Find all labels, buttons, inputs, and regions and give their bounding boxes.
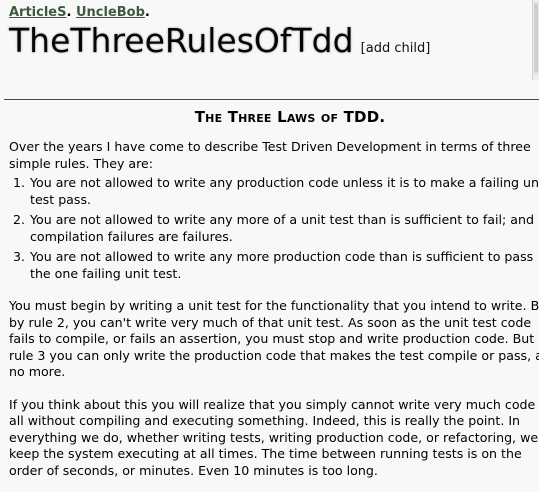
header-divider [4,99,539,100]
text-line: If you think about this you will realize… [9,396,539,412]
text-line: rule 3 you can only write the production… [9,347,539,363]
text-line: the one failing unit test. [30,265,182,281]
intro-paragraph: Over the years I have come to describe T… [9,139,539,172]
rule-number: 3. [13,249,26,264]
breadcrumb-separator: . [144,5,150,20]
rule-number: 2. [13,212,26,227]
article-content: The Three Laws of TDD. Over the years I … [9,107,539,479]
text-line: compilation failures are failures. [30,228,233,244]
scrollbar-thumb[interactable] [534,3,538,73]
article-heading: The Three Laws of TDD. [194,108,386,126]
rules-list: 1. You are not allowed to write any prod… [9,175,539,282]
wiki-page: ArticleS. UncleBob. TheThreeRulesOfTdd [… [0,0,539,492]
page-header: ArticleS. UncleBob. TheThreeRulesOfTdd [… [9,4,529,62]
text-line: by rule 2, you can't write very much of … [9,314,532,330]
text-line: fails to compile, or fails an assertion,… [9,331,539,346]
breadcrumb-link-articles[interactable]: ArticleS [9,5,66,20]
text-line: all without compiling and executing some… [9,413,521,428]
add-child-link[interactable]: [add child] [361,41,431,56]
text-line: You are not allowed to write any more pr… [30,249,534,264]
text-line: You are not allowed to write any more of… [30,212,534,227]
text-line: You must begin by writing a unit test fo… [9,298,539,313]
text-line: You are not allowed to write any product… [30,175,539,190]
title-row: TheThreeRulesOfTdd [add child] [9,22,529,62]
text-line: keep the system executing at all times. … [9,446,522,461]
breadcrumb-link-unclebob[interactable]: UncleBob [76,5,145,20]
scrollbar[interactable] [532,0,539,80]
body-paragraph: If you think about this you will realize… [9,397,539,480]
rule-number: 1. [13,175,26,190]
text-line: no more. [9,364,66,379]
page-title: TheThreeRulesOfTdd [9,21,354,60]
breadcrumb: ArticleS. UncleBob. [9,4,529,21]
rule-item: 1. You are not allowed to write any prod… [9,175,539,208]
rule-item: 2. You are not allowed to write any more… [9,212,539,245]
breadcrumb-separator: . [66,5,72,20]
text-line: Over the years I have come to describe T… [9,139,531,154]
text-line: simple rules. They are: [9,155,154,171]
body-paragraph: You must begin by writing a unit test fo… [9,298,539,381]
rule-item: 3. You are not allowed to write any more… [9,249,539,282]
text-line: everything we do, whether writing tests,… [9,429,539,445]
text-line: order of seconds, or minutes. Even 10 mi… [9,462,378,478]
text-line: test pass. [30,191,92,207]
